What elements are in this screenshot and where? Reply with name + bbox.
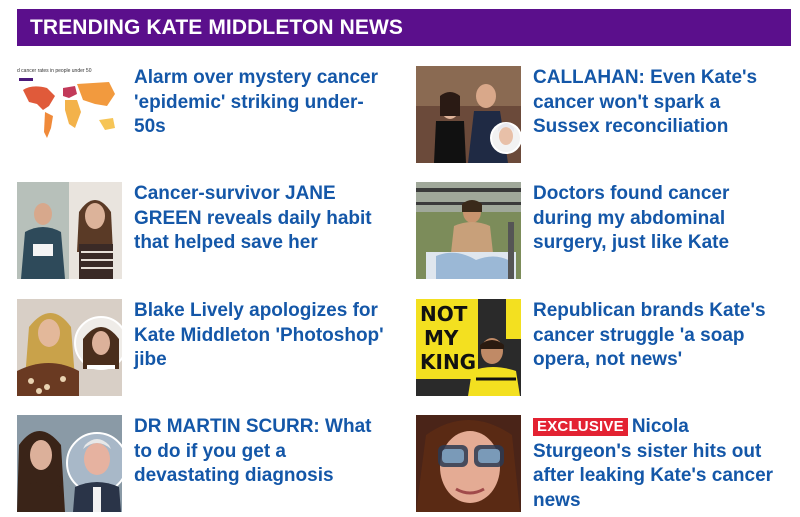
article-headline[interactable]: Blake Lively apologizes for Kate Middlet… bbox=[134, 299, 389, 373]
article-thumbnail[interactable] bbox=[416, 415, 521, 512]
world-map-chart-icon: d cancer rates in people under 50 bbox=[17, 66, 122, 163]
article-thumbnail[interactable] bbox=[17, 182, 122, 279]
article-thumbnail[interactable] bbox=[416, 182, 521, 279]
article-headline[interactable]: Doctors found cancer during my abdominal… bbox=[533, 182, 788, 256]
article-headline[interactable]: CALLAHAN: Even Kate's cancer won't spark… bbox=[533, 66, 788, 140]
article-headline[interactable]: Republican brands Kate's cancer struggle… bbox=[533, 299, 788, 373]
protest-sign-photo: NOT MY KING bbox=[416, 299, 521, 396]
sign-text: NOT bbox=[420, 302, 468, 326]
article-thumbnail[interactable]: NOT MY KING bbox=[416, 299, 521, 396]
article-thumbnail[interactable]: d cancer rates in people under 50 bbox=[17, 66, 122, 163]
article-headline[interactable]: Alarm over mystery cancer 'epidemic' str… bbox=[134, 66, 389, 140]
sign-text: MY bbox=[424, 326, 459, 350]
article-thumbnail[interactable] bbox=[17, 415, 122, 512]
trending-news-widget: TRENDING KATE MIDDLETON NEWS d cancer ra… bbox=[0, 0, 800, 517]
exclusive-badge: EXCLUSIVE bbox=[533, 418, 628, 436]
royal-couple-photo bbox=[416, 66, 521, 163]
portrait-photo bbox=[17, 299, 122, 396]
article-headline[interactable]: DR MARTIN SCURR: What to do if you get a… bbox=[134, 415, 389, 489]
thumb-caption: d cancer rates in people under 50 bbox=[17, 68, 92, 74]
sign-text: KING bbox=[420, 350, 476, 374]
article-headline[interactable]: EXCLUSIVE Nicola Sturgeon's sister hits o… bbox=[533, 415, 788, 513]
portrait-photo bbox=[17, 182, 122, 279]
article-thumbnail[interactable] bbox=[416, 66, 521, 163]
portrait-photo bbox=[17, 415, 122, 512]
selfie-photo bbox=[416, 415, 521, 512]
section-header: TRENDING KATE MIDDLETON NEWS bbox=[17, 9, 791, 46]
article-thumbnail[interactable] bbox=[17, 299, 122, 396]
article-headline[interactable]: Cancer-survivor JANE GREEN reveals daily… bbox=[134, 182, 389, 256]
hospital-patient-photo bbox=[416, 182, 521, 279]
section-title: TRENDING KATE MIDDLETON NEWS bbox=[30, 15, 404, 39]
